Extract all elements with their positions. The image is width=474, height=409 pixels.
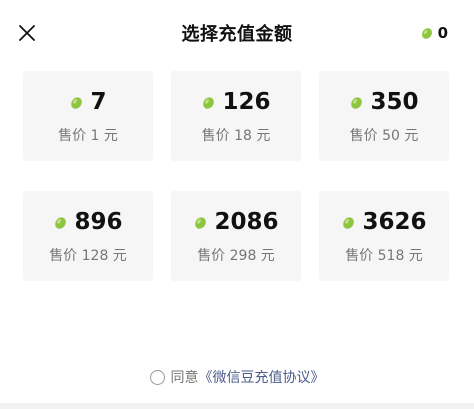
package-amount: 350 xyxy=(370,89,419,115)
agreement-row: 同意 《微信豆充值协议》 xyxy=(0,367,474,387)
package-card[interactable]: 7 售价 1 元 xyxy=(23,71,153,161)
package-price: 售价 298 元 xyxy=(197,248,275,264)
page-title: 选择充值金额 xyxy=(181,24,293,45)
package-amount: 2086 xyxy=(214,209,279,235)
package-grid: 7 售价 1 元 126 售价 18 元 350 售价 50 元 896 售价 … xyxy=(23,71,450,281)
package-price: 售价 18 元 xyxy=(201,128,271,144)
package-amount: 126 xyxy=(222,89,271,115)
package-card[interactable]: 126 售价 18 元 xyxy=(171,71,301,161)
package-card[interactable]: 3626 售价 518 元 xyxy=(319,191,449,281)
wechat-bean-icon xyxy=(343,216,355,229)
package-price: 售价 50 元 xyxy=(349,128,419,144)
header: 选择充值金额 0 xyxy=(0,0,474,66)
package-price: 售价 1 元 xyxy=(58,128,118,144)
wechat-bean-icon xyxy=(351,96,363,109)
agreement-link[interactable]: 《微信豆充值协议》 xyxy=(199,367,325,387)
package-price: 售价 128 元 xyxy=(49,248,127,264)
package-price: 售价 518 元 xyxy=(345,248,423,264)
package-amount: 896 xyxy=(74,209,123,235)
package-card[interactable]: 2086 售价 298 元 xyxy=(171,191,301,281)
wechat-bean-icon xyxy=(195,216,207,229)
agreement-prefix: 同意 xyxy=(170,370,199,386)
wechat-bean-icon xyxy=(203,96,215,109)
wechat-bean-icon xyxy=(55,216,67,229)
bean-balance-value: 0 xyxy=(437,24,448,42)
agreement-checkbox[interactable] xyxy=(149,369,165,385)
bean-balance: 0 xyxy=(420,24,448,42)
package-amount: 7 xyxy=(90,89,107,115)
package-card[interactable]: 896 售价 128 元 xyxy=(23,191,153,281)
wechat-bean-icon xyxy=(421,28,432,39)
wechat-bean-icon xyxy=(71,96,83,109)
bottom-divider xyxy=(0,403,474,409)
package-card[interactable]: 350 售价 50 元 xyxy=(319,71,449,161)
package-amount: 3626 xyxy=(362,209,427,235)
